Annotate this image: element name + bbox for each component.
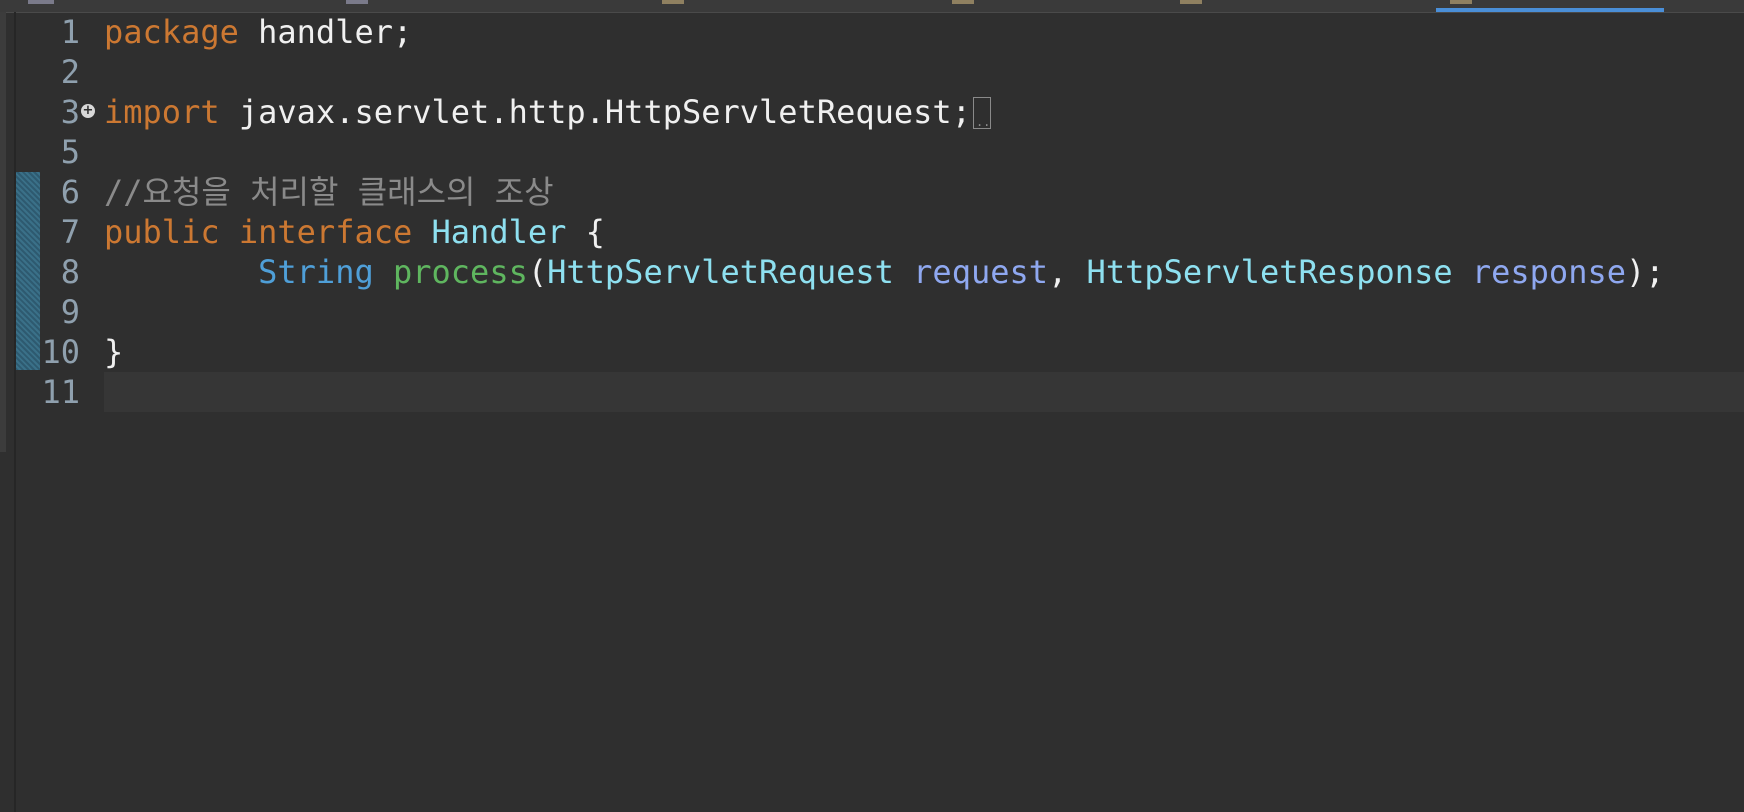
code-token: handler; <box>238 13 413 51</box>
editor-tab[interactable] <box>662 0 684 4</box>
code-text[interactable]: } <box>104 332 123 372</box>
code-line[interactable]: 3 + import javax.servlet.http.HttpServletR… <box>0 92 1744 132</box>
code-line[interactable]: 11 <box>0 372 1744 412</box>
code-token: interface <box>238 213 413 251</box>
code-text[interactable]: package handler; <box>104 12 412 52</box>
line-number: 1 <box>60 13 80 51</box>
code-text[interactable]: //요청을 처리할 클래스의 조상 <box>104 172 554 212</box>
code-token: { <box>566 213 605 251</box>
editor-tab[interactable] <box>952 0 974 4</box>
line-number: 3 <box>60 93 80 131</box>
editor-tab-active[interactable] <box>1450 0 1472 4</box>
code-line[interactable]: 1 package handler; <box>0 12 1744 52</box>
code-line[interactable]: 9 <box>0 292 1744 332</box>
code-text[interactable]: public interface Handler { <box>104 212 605 252</box>
code-line[interactable]: 7 public interface Handler { <box>0 212 1744 252</box>
line-number: 6 <box>60 173 80 211</box>
code-token: process <box>392 253 528 291</box>
code-token: } <box>104 333 124 371</box>
code-line[interactable]: 6 //요청을 처리할 클래스의 조상 <box>0 172 1744 212</box>
code-token: import <box>104 93 220 131</box>
code-line[interactable]: 10} <box>0 332 1744 372</box>
code-token: javax.servlet.http.HttpServletRequest; <box>219 93 971 131</box>
line-number: 10 <box>41 333 80 371</box>
code-editor[interactable]: 1 package handler; 2 3 + import javax.servlet… <box>0 0 1744 812</box>
code-token: HttpServletRequest <box>547 253 894 291</box>
collapsed-region-marker[interactable] <box>972 97 991 129</box>
code-token: public <box>104 213 220 251</box>
code-line[interactable]: 8 String process(HttpServletRequest requ… <box>0 252 1744 292</box>
code-text[interactable]: import javax.servlet.http.HttpServletReq… <box>104 92 991 132</box>
line-number: 8 <box>60 253 80 291</box>
editor-tab[interactable] <box>1180 0 1202 4</box>
line-number: 9 <box>60 293 80 331</box>
code-token: package <box>104 13 239 51</box>
editor-tab[interactable] <box>346 0 368 4</box>
code-token: request <box>913 253 1049 291</box>
code-text[interactable]: String process(HttpServletRequest reques… <box>104 252 1665 292</box>
editor-tab[interactable] <box>28 0 54 4</box>
code-token: HttpServletResponse <box>1086 253 1453 291</box>
code-token: String <box>258 253 374 291</box>
code-token: response <box>1471 253 1626 291</box>
code-token: Handler <box>431 213 567 251</box>
line-number: 11 <box>41 373 80 411</box>
line-number: 5 <box>60 133 80 171</box>
code-token: //요청을 처리할 클래스의 조상 <box>104 173 554 211</box>
line-number: 7 <box>60 213 80 251</box>
code-token: ); <box>1625 253 1665 291</box>
code-line[interactable]: 5 <box>0 132 1744 172</box>
code-line[interactable]: 2 <box>0 52 1744 92</box>
code-token: ( <box>527 253 548 291</box>
plus-circle-icon[interactable]: + <box>81 104 95 118</box>
line-number: 2 <box>60 53 80 91</box>
code-token: , <box>1048 253 1087 291</box>
